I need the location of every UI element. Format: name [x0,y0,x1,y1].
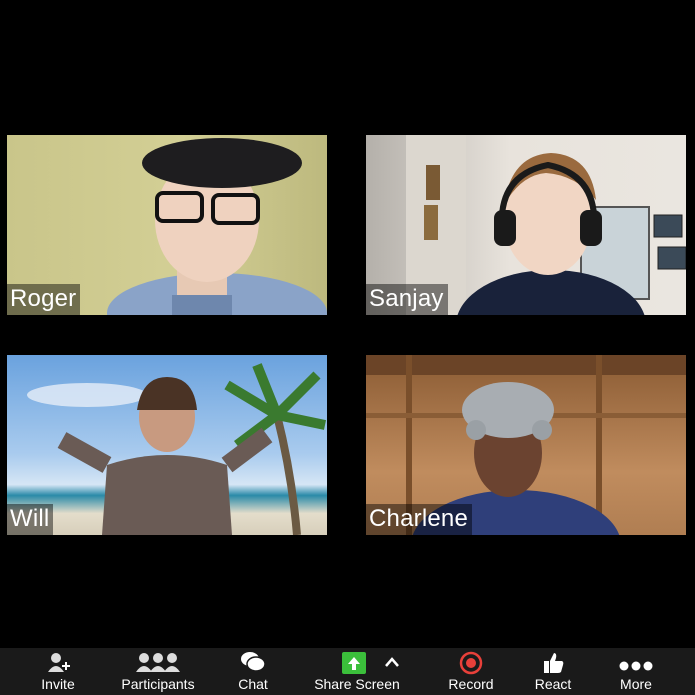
video-tile-roger[interactable]: Roger [7,135,327,315]
record-label: Record [448,676,494,692]
react-button[interactable]: React [530,648,576,695]
participant-name-label: Charlene [366,504,472,535]
invite-label: Invite [41,676,75,692]
share-screen-icon [308,648,406,676]
participants-label: Participants [121,676,195,692]
share-screen-label: Share Screen [314,676,400,692]
more-label: More [620,676,652,692]
participant-name-label: Roger [7,284,81,315]
more-button[interactable]: More [614,648,658,695]
thumbs-up-icon [530,648,576,676]
chat-icon [232,648,274,676]
more-icon [614,648,658,676]
video-tile-sanjay[interactable]: Sanjay [366,135,686,315]
participant-video [27,363,327,535]
participant-name-label: Will [7,504,54,535]
invite-button[interactable]: Invite [33,648,83,695]
participants-icon [112,648,204,676]
meeting-toolbar: Invite Participants Chat Share Screen Re… [0,648,695,695]
video-tile-charlene[interactable]: Charlene [366,355,686,535]
share-screen-button[interactable]: Share Screen [308,648,406,695]
react-label: React [534,676,572,692]
participant-name-label: Sanjay [366,284,448,315]
invite-icon [33,648,83,676]
record-icon [442,648,500,676]
chat-label: Chat [238,676,268,692]
participants-button[interactable]: Participants [112,648,204,695]
record-button[interactable]: Record [442,648,500,695]
chat-button[interactable]: Chat [232,648,274,695]
video-tile-will[interactable]: Will [7,355,327,535]
chevron-up-icon [385,657,399,667]
